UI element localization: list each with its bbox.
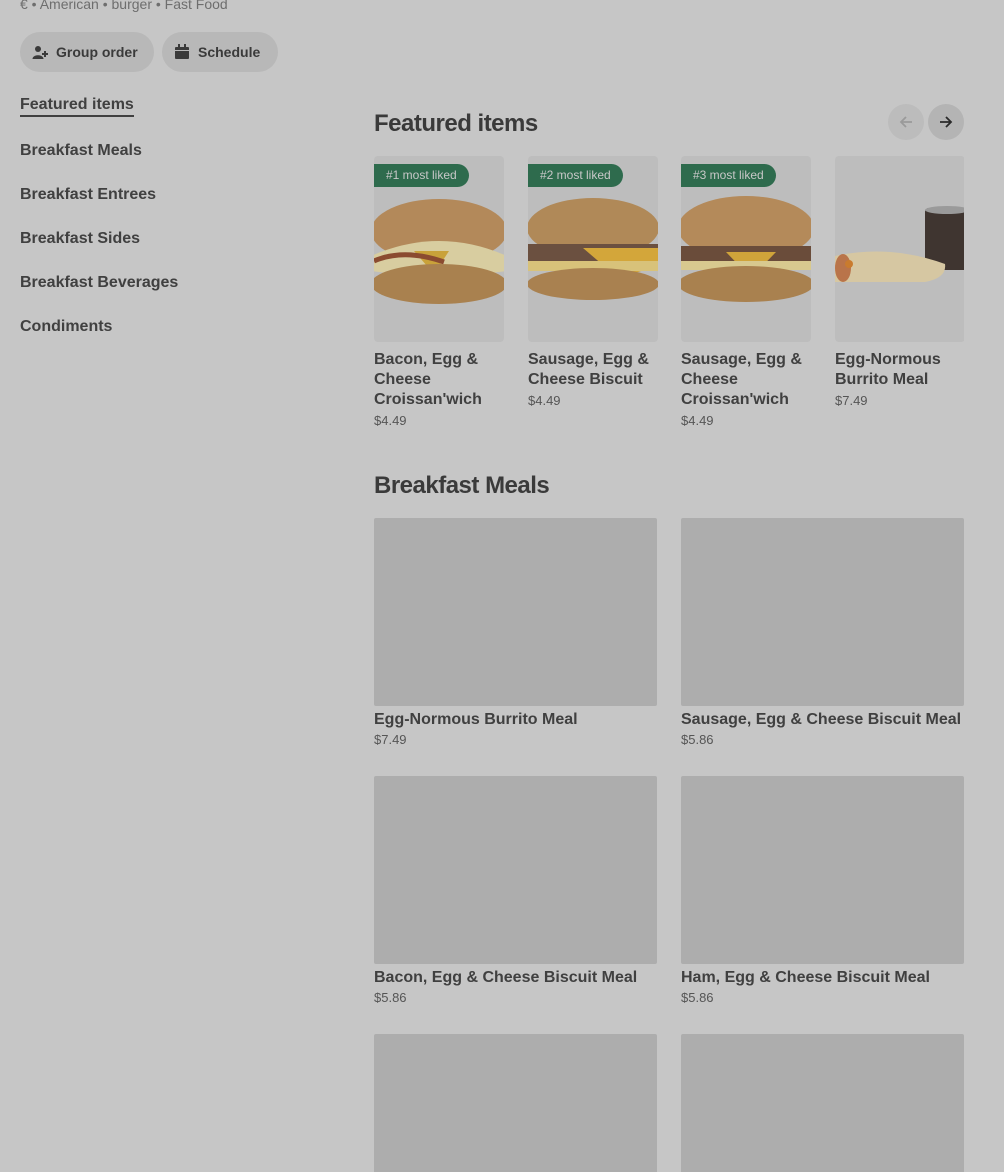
restaurant-meta: € • American • burger • Fast Food	[20, 0, 228, 12]
schedule-button[interactable]: Schedule	[162, 32, 278, 72]
sidebar-item-breakfast-entrees[interactable]: Breakfast Entrees	[20, 186, 156, 204]
biscuit-image: #2 most liked	[528, 156, 658, 342]
sidebar-item-featured-items[interactable]: Featured items	[20, 96, 134, 117]
featured-item-card[interactable]: #1 most liked Bacon, Egg & Cheese Croiss…	[374, 156, 504, 428]
burrito-meal-image	[835, 156, 964, 342]
most-liked-badge: #3 most liked	[681, 164, 776, 187]
item-image-placeholder	[681, 518, 964, 706]
featured-carousel: #1 most liked Bacon, Egg & Cheese Croiss…	[374, 156, 964, 446]
item-price: $4.49	[374, 413, 407, 428]
menu-item-card[interactable]: Egg-Normous Burrito Meal $7.49	[374, 518, 657, 747]
item-name: Ham, Egg & Cheese Biscuit Meal	[681, 969, 930, 986]
carousel-next-button[interactable]	[928, 104, 964, 140]
item-price: $5.86	[681, 990, 714, 1005]
item-image-placeholder	[374, 518, 657, 706]
menu-item-card[interactable]	[374, 1034, 657, 1172]
carousel-prev-button[interactable]	[888, 104, 924, 140]
group-order-button[interactable]: Group order	[20, 32, 154, 72]
item-name: Bacon, Egg & Cheese Croissan'wich	[374, 351, 482, 408]
menu-item-card[interactable]: Ham, Egg & Cheese Biscuit Meal $5.86	[681, 776, 964, 1005]
item-name: Egg-Normous Burrito Meal	[374, 711, 578, 728]
croissanwich-image: #1 most liked	[374, 156, 504, 342]
most-liked-badge: #2 most liked	[528, 164, 623, 187]
menu-item-card[interactable]: Bacon, Egg & Cheese Biscuit Meal $5.86	[374, 776, 657, 1005]
item-price: $7.49	[835, 393, 868, 408]
item-price: $7.49	[374, 732, 407, 747]
sidebar-item-breakfast-sides[interactable]: Breakfast Sides	[20, 230, 140, 248]
item-name: Sausage, Egg & Cheese Croissan'wich	[681, 351, 802, 408]
item-name: Egg-Normous Burrito Meal	[835, 351, 941, 388]
item-price: $4.49	[528, 393, 561, 408]
schedule-label: Schedule	[198, 44, 261, 60]
item-name: Bacon, Egg & Cheese Biscuit Meal	[374, 969, 638, 986]
sidebar-item-breakfast-meals[interactable]: Breakfast Meals	[20, 142, 142, 160]
item-image-placeholder	[374, 1034, 657, 1172]
breakfast-meals-title: Breakfast Meals	[374, 472, 550, 499]
menu-item-card[interactable]: Sausage, Egg & Cheese Biscuit Meal $5.86	[681, 518, 964, 747]
menu-item-card[interactable]	[681, 1034, 964, 1172]
featured-item-card[interactable]: #3 most liked Sausage, Egg & Cheese Croi…	[681, 156, 811, 428]
item-price: $4.49	[681, 413, 714, 428]
featured-items-title: Featured items	[374, 110, 538, 137]
item-price: $5.86	[681, 732, 714, 747]
croissanwich-image: #3 most liked	[681, 156, 811, 342]
most-liked-badge: #1 most liked	[374, 164, 469, 187]
sidebar-item-condiments[interactable]: Condiments	[20, 318, 112, 336]
item-image-placeholder	[681, 1034, 964, 1172]
add-person-icon	[32, 44, 48, 60]
item-image-placeholder	[681, 776, 964, 964]
calendar-icon	[174, 44, 190, 60]
item-price: $5.86	[374, 990, 407, 1005]
item-image-placeholder	[374, 776, 657, 964]
item-name: Sausage, Egg & Cheese Biscuit Meal	[681, 711, 962, 728]
arrow-left-icon	[899, 116, 912, 128]
item-name: Sausage, Egg & Cheese Biscuit	[528, 351, 649, 388]
featured-item-card[interactable]: Egg-Normous Burrito Meal $7.49	[835, 156, 964, 408]
featured-item-card[interactable]: #2 most liked Sausage, Egg & Cheese Bisc…	[528, 156, 658, 408]
sidebar-item-breakfast-beverages[interactable]: Breakfast Beverages	[20, 274, 178, 292]
arrow-right-icon	[940, 116, 953, 128]
group-order-label: Group order	[56, 44, 138, 60]
